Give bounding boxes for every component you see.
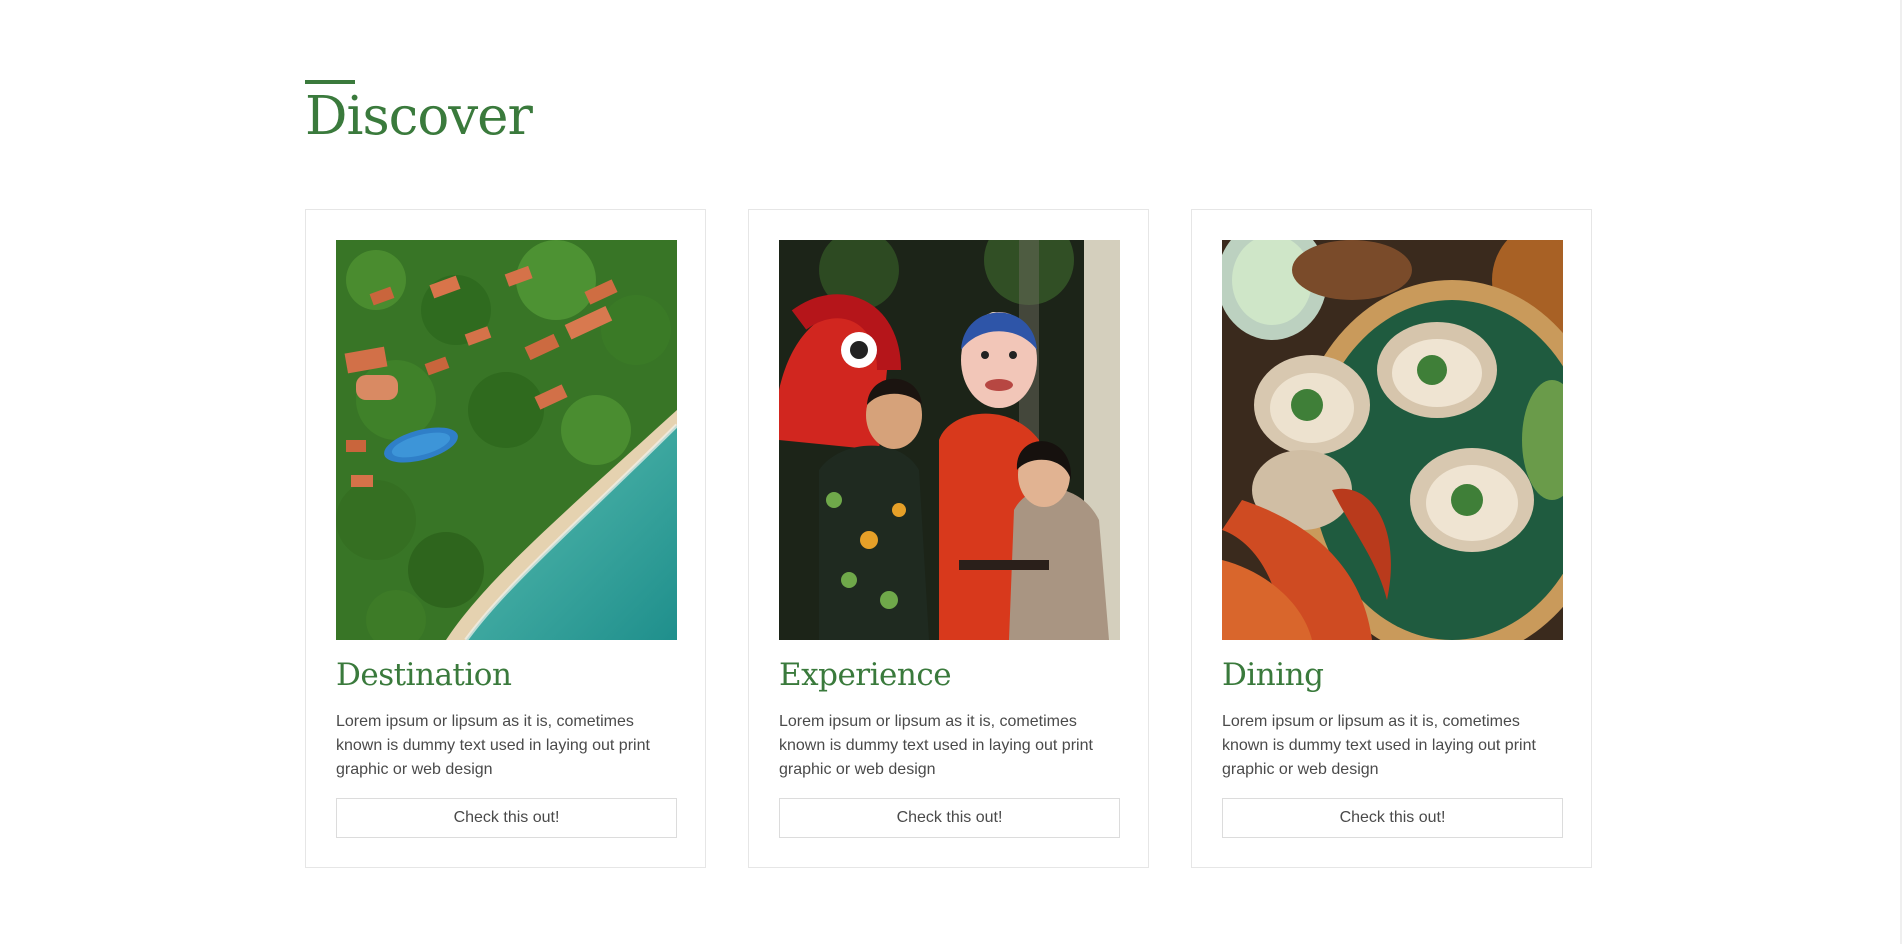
seafood-photo-image [1222,240,1563,640]
card-description: Lorem ipsum or lipsum as it is, cometime… [336,713,650,778]
card-description: Lorem ipsum or lipsum as it is, cometime… [1222,713,1536,778]
card-image-experience[interactable] [779,240,1120,640]
card-destination: Destination Lorem ipsum or lipsum as it … [305,209,706,868]
check-this-out-button[interactable]: Check this out! [779,798,1120,838]
check-this-out-button[interactable]: Check this out! [336,798,677,838]
card-dining: Dining Lorem ipsum or lipsum as it is, c… [1191,209,1592,868]
card-description: Lorem ipsum or lipsum as it is, cometime… [779,713,1093,778]
card-title: Destination [336,657,512,693]
card-title: Experience [779,657,952,693]
section-title: Discover [305,86,533,147]
check-this-out-button[interactable]: Check this out! [1222,798,1563,838]
card-experience: Experience Lorem ipsum or lipsum as it i… [748,209,1149,868]
card-image-destination[interactable] [336,240,677,640]
discover-page: Discover Destination Lorem ipsum or lips… [0,0,1902,944]
resort-aerial-image [336,240,677,640]
card-image-dining[interactable] [1222,240,1563,640]
card-title: Dining [1222,657,1324,693]
festival-photo-image [779,240,1120,640]
